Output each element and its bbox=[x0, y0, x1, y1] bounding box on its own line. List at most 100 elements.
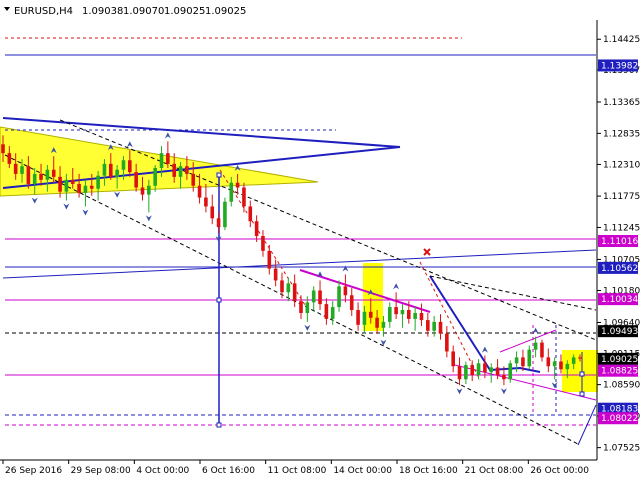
chart-header-high: 1.09070 bbox=[123, 6, 164, 17]
candle-body bbox=[533, 342, 538, 350]
candle-body bbox=[337, 286, 341, 308]
candle-body bbox=[368, 311, 373, 318]
candle-body bbox=[45, 169, 50, 180]
candle-body bbox=[419, 312, 424, 321]
vertex-marker-4[interactable] bbox=[579, 371, 585, 377]
candle-body bbox=[457, 366, 462, 380]
candle-body bbox=[83, 185, 88, 193]
candle-body bbox=[552, 361, 557, 367]
price-tag-label: 1.10562 bbox=[601, 264, 638, 274]
candle-body bbox=[108, 163, 113, 177]
candle-body bbox=[229, 182, 234, 202]
candle-body bbox=[400, 310, 405, 315]
candle-body bbox=[128, 160, 132, 173]
candle-body bbox=[254, 221, 259, 237]
candle-body bbox=[7, 153, 12, 164]
candle-body bbox=[134, 172, 138, 188]
price-tag-label: 1.13982 bbox=[601, 61, 638, 71]
candle-body bbox=[242, 187, 246, 207]
candle-body bbox=[349, 295, 354, 311]
candle-body bbox=[292, 283, 297, 302]
candle-body bbox=[508, 363, 513, 380]
candle-body bbox=[546, 357, 551, 367]
candle-body bbox=[20, 166, 24, 174]
candle-body bbox=[70, 179, 75, 184]
vertex-marker-1[interactable] bbox=[216, 172, 222, 178]
candle-body bbox=[362, 311, 367, 325]
x-tick-label: 6 Oct 16:00 bbox=[202, 466, 255, 476]
candle-body bbox=[407, 310, 411, 319]
candle-body bbox=[495, 367, 500, 376]
candle-body bbox=[261, 236, 265, 251]
y-tick-label: 1.11245 bbox=[603, 223, 640, 233]
candle-body bbox=[216, 218, 221, 228]
y-tick-label: 1.13365 bbox=[603, 98, 640, 108]
candle-body bbox=[571, 357, 576, 364]
candle-body bbox=[197, 185, 202, 198]
candle-body bbox=[26, 166, 31, 184]
candle-body bbox=[356, 310, 360, 325]
candle-body bbox=[191, 173, 196, 186]
candle-body bbox=[540, 342, 544, 358]
candle-body bbox=[223, 201, 227, 228]
y-tick-label: 1.12835 bbox=[603, 129, 640, 139]
candle-body bbox=[39, 173, 43, 180]
candle-body bbox=[464, 365, 468, 380]
candle-body bbox=[32, 173, 37, 184]
candle-body bbox=[280, 280, 284, 293]
candle-body bbox=[514, 357, 519, 364]
price-tag-label: 1.11016 bbox=[601, 237, 638, 247]
chart-header-close: 1.09025 bbox=[205, 6, 246, 17]
candle-body bbox=[140, 187, 145, 195]
vertex-marker-3[interactable] bbox=[216, 422, 222, 428]
candle-body bbox=[102, 163, 107, 176]
y-tick-label: 1.07525 bbox=[603, 444, 640, 454]
candle-body bbox=[96, 175, 100, 189]
price-tag-label: 1.10034 bbox=[601, 295, 638, 305]
candle-body bbox=[51, 169, 56, 177]
x-tick-label: 29 Sep 08:00 bbox=[71, 466, 131, 476]
candle-body bbox=[77, 183, 81, 193]
chart-header-symbol: EURUSD,H4 bbox=[14, 6, 73, 17]
candle-body bbox=[172, 163, 176, 177]
chart-background bbox=[0, 0, 640, 480]
y-tick-label: 1.08590 bbox=[603, 381, 640, 391]
candle-body bbox=[318, 290, 322, 305]
candle-body bbox=[438, 321, 443, 334]
candle-body bbox=[248, 206, 253, 222]
y-tick-label: 1.11775 bbox=[603, 192, 640, 202]
candle-body bbox=[1, 144, 5, 154]
candle-body bbox=[470, 365, 475, 376]
candle-body bbox=[324, 304, 329, 319]
forex-chart: EURUSD,H4 1.09038 1.09070 1.09025 1.0902… bbox=[0, 0, 640, 480]
candle-body bbox=[235, 182, 240, 188]
price-tag-label: 1.08022 bbox=[601, 414, 638, 424]
price-tag-label: 1.08825 bbox=[601, 367, 638, 377]
candle-body bbox=[476, 363, 481, 376]
chart-header-open: 1.09038 bbox=[82, 6, 123, 17]
candle-body bbox=[311, 290, 316, 303]
chart-header-low: 1.09025 bbox=[164, 6, 205, 17]
x-tick-label: 18 Oct 16:00 bbox=[399, 466, 458, 476]
candle-body bbox=[159, 153, 164, 168]
price-tag-label: 1.09493 bbox=[601, 327, 638, 337]
candle-body bbox=[286, 283, 291, 293]
y-tick-label: 1.14425 bbox=[603, 35, 640, 45]
candle-body bbox=[267, 250, 272, 269]
candle-body bbox=[483, 363, 487, 373]
candle-body bbox=[166, 153, 170, 164]
candle-body bbox=[559, 361, 563, 370]
vertex-marker-2[interactable] bbox=[216, 297, 222, 303]
candle-body bbox=[432, 321, 436, 331]
candle-body bbox=[489, 367, 494, 373]
candle-body bbox=[210, 206, 215, 219]
candle-body bbox=[445, 333, 449, 352]
candle-body bbox=[502, 375, 506, 380]
candle-body bbox=[565, 363, 570, 370]
vertex-marker-5[interactable] bbox=[579, 391, 585, 397]
candle-body bbox=[178, 166, 183, 177]
candle-body bbox=[387, 307, 392, 322]
candle-body bbox=[527, 349, 532, 367]
candle-body bbox=[121, 160, 126, 170]
candle-body bbox=[89, 185, 94, 189]
